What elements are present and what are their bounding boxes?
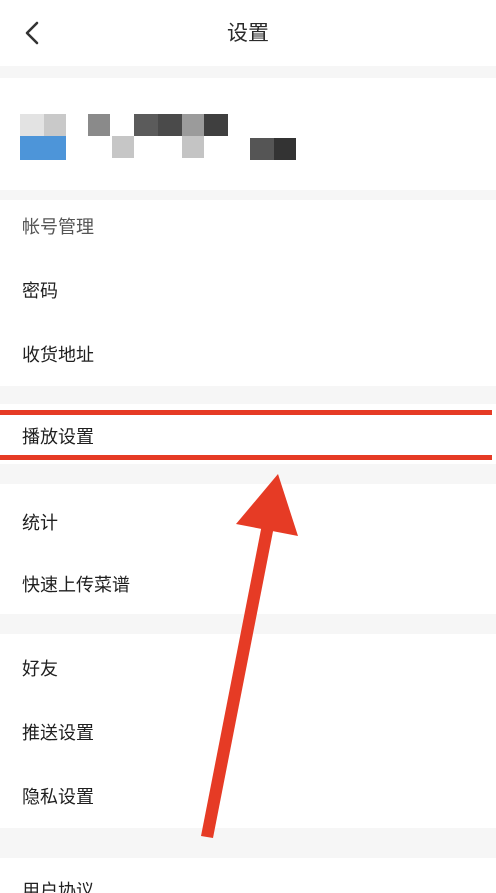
- settings-item-label: 隐私设置: [22, 787, 94, 808]
- settings-item-label: 快速上传菜谱: [22, 575, 130, 596]
- profile-card[interactable]: [0, 78, 496, 190]
- social-settings-group: 好友 推送设置 隐私设置: [0, 634, 496, 828]
- page-title: 设置: [227, 21, 269, 45]
- footer-settings-group: 用户协议: [0, 858, 496, 893]
- settings-item-user-agreement[interactable]: 用户协议: [22, 880, 94, 893]
- account-settings-group: 帐号管理 密码 收货地址: [0, 200, 496, 386]
- settings-item-label: 推送设置: [22, 723, 94, 744]
- content-settings-group: 统计 快速上传菜谱: [0, 484, 496, 614]
- settings-item-label: 密码: [22, 281, 58, 302]
- settings-item-shipping-address[interactable]: 收货地址: [0, 336, 496, 376]
- settings-item-push-notifications[interactable]: 推送设置: [0, 714, 496, 754]
- top-nav-bar: 设置: [0, 0, 496, 66]
- settings-item-password[interactable]: 密码: [0, 272, 496, 312]
- settings-item-label: 好友: [22, 659, 58, 680]
- highlight-box: [0, 410, 492, 460]
- settings-item-quick-upload-recipe[interactable]: 快速上传菜谱: [0, 566, 496, 606]
- settings-item-label: 收货地址: [22, 345, 94, 366]
- settings-item-account-management[interactable]: 帐号管理: [22, 216, 94, 240]
- settings-item-label: 统计: [22, 513, 58, 534]
- settings-item-friends[interactable]: 好友: [0, 650, 496, 690]
- settings-item-statistics[interactable]: 统计: [0, 504, 496, 544]
- settings-item-privacy[interactable]: 隐私设置: [0, 778, 496, 818]
